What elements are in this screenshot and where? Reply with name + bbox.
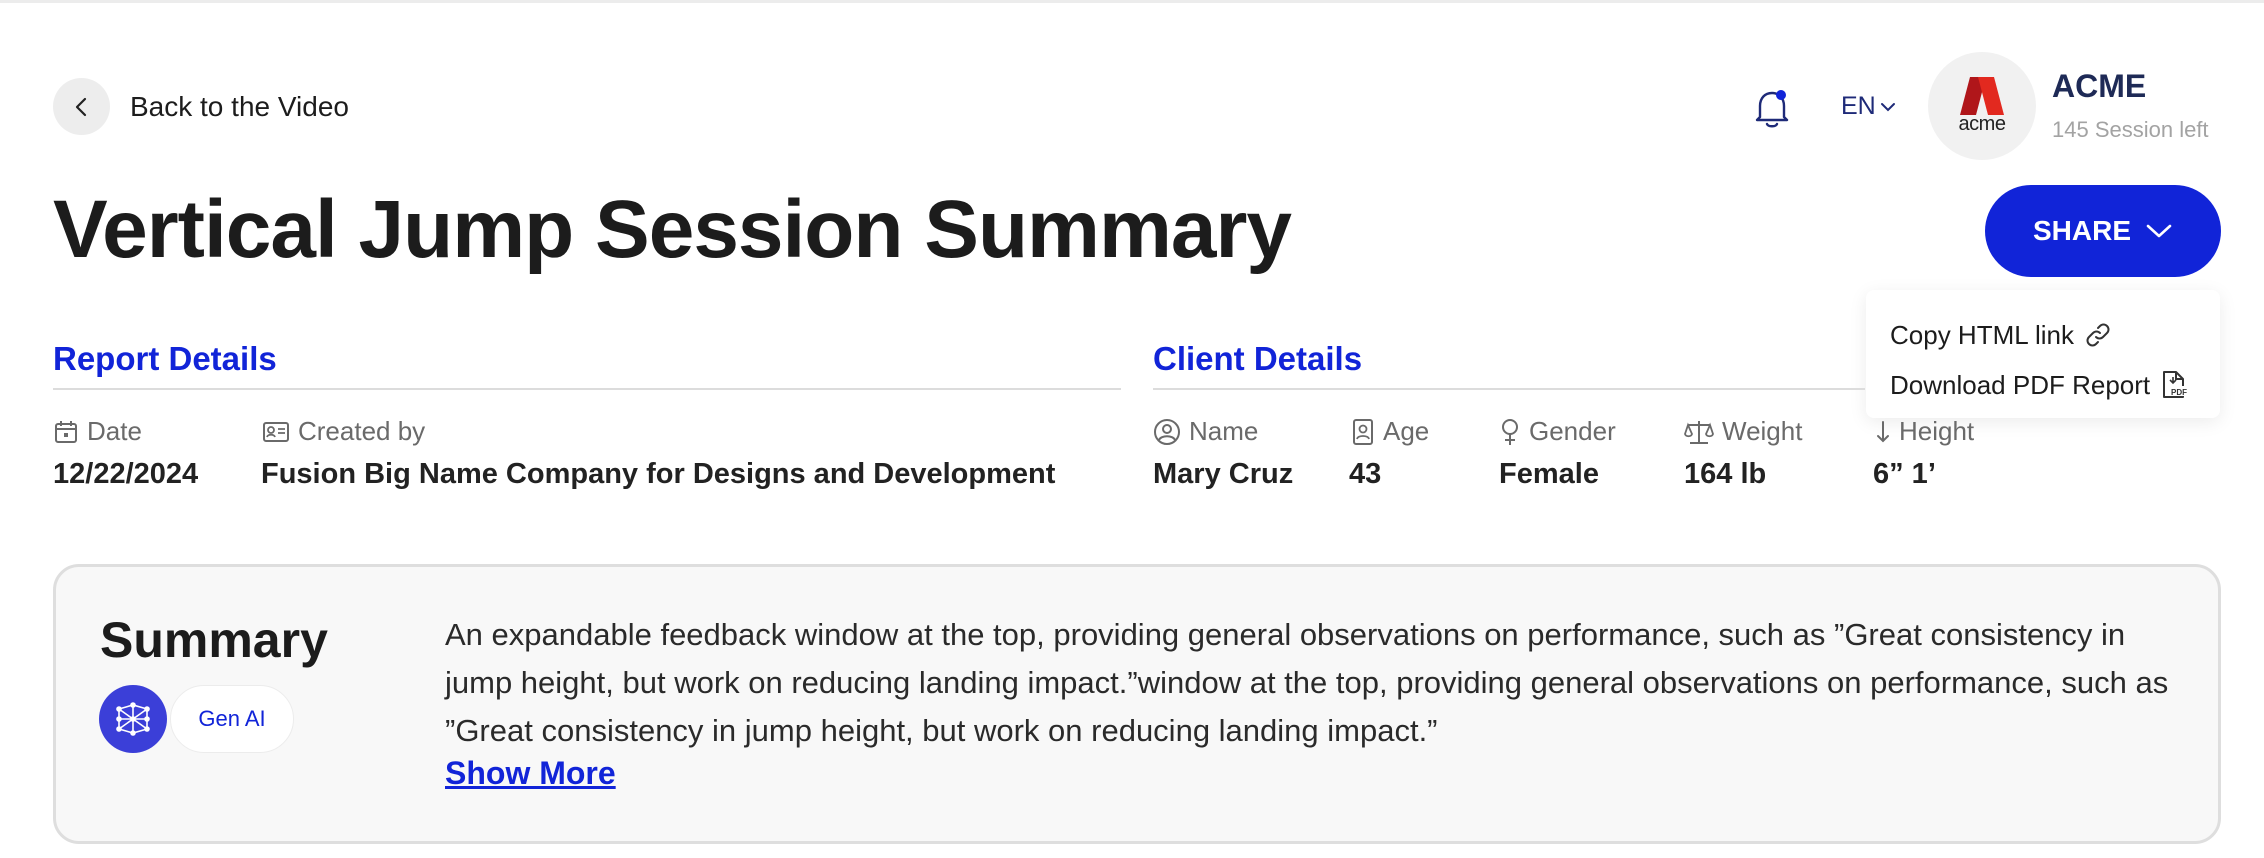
age-value: 43	[1349, 458, 1382, 490]
id-card-icon	[263, 421, 289, 442]
age-label: Age	[1383, 416, 1430, 446]
name-label: Name	[1189, 416, 1259, 446]
date-label-group: Date	[53, 416, 142, 447]
report-details-divider	[53, 388, 1121, 390]
weight-label: Weight	[1722, 416, 1803, 446]
share-button[interactable]: SHARE	[1985, 185, 2221, 277]
chevron-down-icon	[1880, 102, 1895, 111]
back-to-video-link[interactable]: Back to the Video	[53, 78, 349, 135]
badge-icon	[1353, 418, 1373, 445]
gender-label-group: Gender	[1499, 416, 1616, 447]
org-name: ACME	[2052, 68, 2147, 104]
user-circle-icon	[1154, 418, 1180, 445]
created-by-label-group: Created by	[262, 416, 425, 447]
date-value: 12/22/2024	[53, 458, 199, 490]
sessions-left: 145 Session left	[2052, 117, 2209, 142]
client-details-divider	[1153, 388, 1865, 390]
scale-icon	[1684, 420, 1714, 444]
weight-value: 164 lb	[1684, 458, 1767, 490]
female-symbol-icon	[1502, 418, 1518, 445]
language-label: EN	[1841, 92, 1876, 120]
client-details-heading: Client Details	[1153, 340, 1363, 377]
weight-label-group: Weight	[1684, 416, 1802, 447]
svg-text:PDF: PDF	[2171, 388, 2187, 397]
chevron-down-icon	[2146, 224, 2172, 238]
acme-logo-icon	[1960, 76, 2004, 115]
copy-html-link-label: Copy HTML link	[1890, 319, 2074, 350]
created-by-value: Fusion Big Name Company for Designs and …	[261, 458, 1056, 490]
back-label: Back to the Video	[130, 90, 349, 122]
height-label-group: Height	[1875, 416, 1974, 447]
summary-card: Summary Gen AI An expandable feedback wi…	[53, 564, 2221, 844]
show-more-link[interactable]: Show More	[445, 755, 616, 792]
gender-label: Gender	[1529, 416, 1616, 446]
share-dropdown-menu: Copy HTML link Download PDF Report PDF	[1866, 290, 2220, 418]
notification-bell-icon[interactable]	[1752, 87, 1792, 129]
neural-network-icon	[99, 685, 167, 753]
gen-ai-badge[interactable]: Gen AI	[170, 685, 294, 753]
language-selector[interactable]: EN	[1841, 92, 1896, 121]
share-label: SHARE	[2032, 215, 2131, 246]
back-arrow-icon	[53, 78, 110, 135]
copy-html-link-item[interactable]: Copy HTML link	[1890, 310, 2220, 360]
download-pdf-label: Download PDF Report	[1890, 369, 2151, 400]
arrow-down-icon	[1877, 420, 1889, 442]
date-label: Date	[87, 416, 142, 446]
height-value: 6” 1’	[1873, 458, 1936, 490]
name-label-group: Name	[1153, 416, 1258, 447]
link-icon	[2086, 323, 2110, 347]
created-by-label: Created by	[298, 416, 426, 446]
report-details-heading: Report Details	[53, 340, 277, 377]
summary-title: Summary	[100, 612, 328, 668]
height-label: Height	[1899, 416, 1975, 446]
pdf-file-icon: PDF	[2163, 371, 2187, 398]
calendar-icon	[55, 420, 77, 443]
page-title: Vertical Jump Session Summary	[53, 184, 1292, 275]
name-value: Mary Cruz	[1153, 458, 1294, 490]
summary-text: An expandable feedback window at the top…	[445, 617, 2169, 748]
top-border	[0, 0, 2264, 3]
gender-value: Female	[1499, 458, 1599, 490]
org-logo-text: acme	[1958, 112, 2006, 135]
age-label-group: Age	[1351, 416, 1429, 447]
download-pdf-report-item[interactable]: Download PDF Report PDF	[1890, 360, 2220, 410]
org-avatar[interactable]: acme	[1928, 52, 2036, 160]
